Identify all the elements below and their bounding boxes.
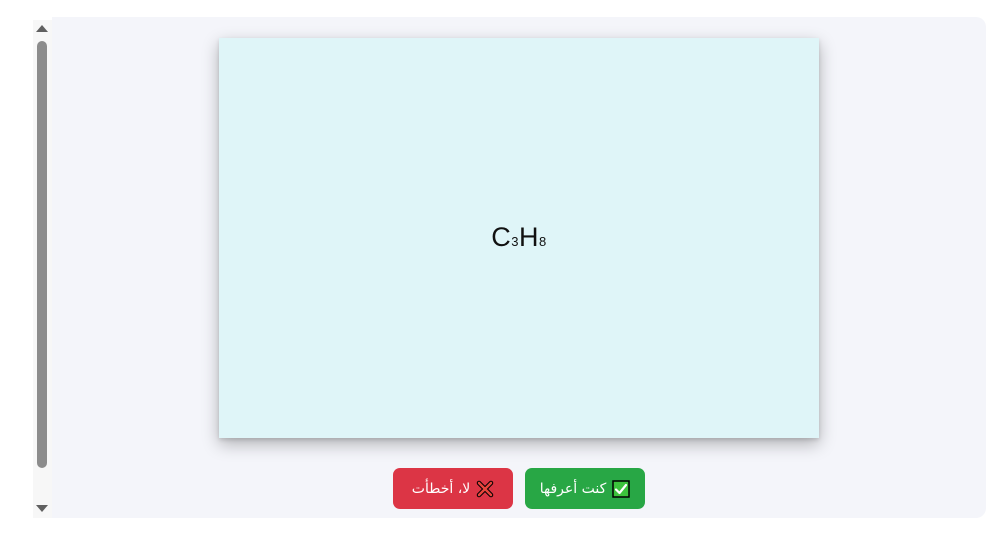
scroll-up-arrow-icon[interactable] [36,25,48,32]
flashcard-panel: C3H8 لا، أخطأت كنت أعرفها [52,17,986,518]
formula-subscript-carbon: 3 [511,233,519,249]
correct-answer-button[interactable]: كنت أعرفها [525,468,645,509]
scroll-down-arrow-icon[interactable] [36,505,48,512]
formula-element-hydrogen: H [519,221,539,252]
answer-buttons: لا، أخطأت كنت أعرفها [393,468,645,509]
correct-answer-label: كنت أعرفها [539,480,607,497]
formula-subscript-hydrogen: 8 [539,233,547,249]
wrong-answer-button[interactable]: لا، أخطأت [393,468,513,509]
cross-mark-icon [476,480,494,498]
flashcard-formula: C3H8 [491,222,546,253]
scroll-thumb[interactable] [37,41,47,468]
check-box-icon [612,479,630,498]
flashcard-app: C3H8 لا، أخطأت كنت أعرفها [0,0,997,541]
vertical-scrollbar[interactable] [33,20,52,518]
formula-element-carbon: C [491,221,512,252]
flashcard[interactable]: C3H8 [219,38,819,438]
wrong-answer-label: لا، أخطأت [411,480,471,497]
